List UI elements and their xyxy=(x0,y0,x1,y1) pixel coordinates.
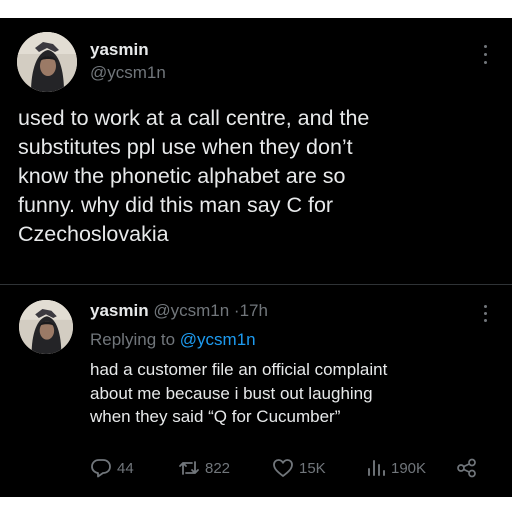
repost-count: 822 xyxy=(205,459,231,477)
avatar[interactable] xyxy=(17,32,77,92)
more-vertical-icon[interactable] xyxy=(484,45,488,64)
repost-icon xyxy=(179,461,199,475)
reply-header: yasmin @ycsm1n ·17h xyxy=(90,301,268,321)
like-count: 15K xyxy=(299,459,326,477)
views-button[interactable]: 190K xyxy=(366,458,426,478)
heart-icon xyxy=(273,459,293,477)
share-icon xyxy=(457,458,476,478)
reply-timestamp[interactable]: 17h xyxy=(240,301,268,320)
like-button[interactable]: 15K xyxy=(272,458,326,478)
share-button[interactable] xyxy=(456,458,478,478)
replying-to: Replying to @ycsm1n xyxy=(90,330,256,350)
user-handle[interactable]: @ycsm1n xyxy=(90,63,166,83)
divider xyxy=(0,284,512,285)
reply-text: had a customer file an official complain… xyxy=(90,360,388,426)
display-name[interactable]: yasmin xyxy=(90,40,149,60)
tweet-text: used to work at a call centre, and the s… xyxy=(18,106,370,246)
reply-display-name[interactable]: yasmin xyxy=(90,301,149,320)
avatar-image xyxy=(17,32,77,92)
view-count: 190K xyxy=(391,459,427,477)
reply-count: 44 xyxy=(117,459,134,477)
reply-avatar[interactable] xyxy=(19,300,73,354)
more-vertical-icon[interactable] xyxy=(484,305,488,322)
avatar-image xyxy=(19,300,73,354)
views-bar-chart-icon xyxy=(368,460,385,476)
repost-button[interactable]: 822 xyxy=(178,458,230,478)
reply-button[interactable]: 44 xyxy=(90,458,134,478)
reply-user-handle[interactable]: @ycsm1n xyxy=(153,301,229,320)
tweet-thread: yasmin @ycsm1n used to work at a call ce… xyxy=(0,18,512,497)
replying-to-label: Replying to xyxy=(90,330,176,349)
replying-to-handle-link[interactable]: @ycsm1n xyxy=(180,330,256,349)
reply-bubble-icon xyxy=(91,459,111,478)
